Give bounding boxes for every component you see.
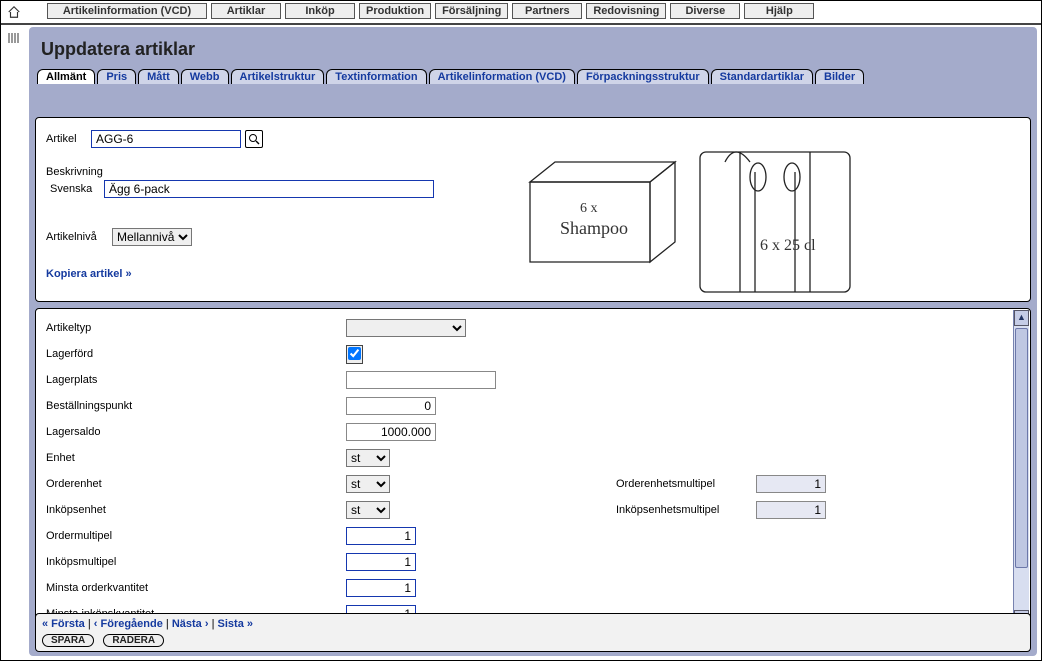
packaging-illustration: 6 x Shampoo 6 x 25 cl [500,122,900,302]
enhet-label: Enhet [46,452,346,464]
menu-diverse[interactable]: Diverse [670,3,740,19]
nav-last[interactable]: Sista » [218,618,253,630]
artikeltyp-label: Artikeltyp [46,322,346,334]
orderenhet-select[interactable]: st [346,475,390,493]
fields-panel: Artikeltyp Lagerförd Lagerplats Beställn… [35,308,1031,628]
bestallningspunkt-label: Beställningspunkt [46,400,346,412]
nav-prev[interactable]: ‹ Föregående [94,618,163,630]
tab-forpackningsstruktur[interactable]: Förpackningsstruktur [577,69,709,84]
svg-text:6 x 25 cl: 6 x 25 cl [760,237,816,254]
page-title: Uppdatera artiklar [29,27,1037,66]
ordermultipel-input[interactable] [346,527,416,545]
lagerford-checkbox[interactable] [348,347,361,360]
minsta-orderkvantitet-label: Minsta orderkvantitet [46,582,346,594]
tab-artikelstruktur[interactable]: Artikelstruktur [231,69,325,84]
home-icon[interactable] [7,5,21,19]
tab-textinformation[interactable]: Textinformation [326,69,426,84]
record-nav-footer: « Första | ‹ Föregående | Nästa › | Sist… [35,613,1031,652]
orderenhetsmultipel-label: Orderenhetsmultipel [616,478,756,490]
nav-first[interactable]: « Första [42,618,85,630]
svenska-label: Svenska [46,183,104,195]
tab-matt[interactable]: Mått [138,69,179,84]
tab-allmant[interactable]: Allmänt [37,69,95,84]
vertical-scrollbar[interactable]: ▲ ▼ [1013,310,1029,626]
tab-standardartiklar[interactable]: Standardartiklar [711,69,813,84]
scroll-up-icon[interactable]: ▲ [1014,310,1029,326]
lagerford-label: Lagerförd [46,348,346,360]
tab-pris[interactable]: Pris [97,69,136,84]
nav-next[interactable]: Nästa › [172,618,209,630]
artikelniva-select[interactable]: Mellannivå [112,228,192,246]
tab-webb[interactable]: Webb [181,69,229,84]
menu-artiklar[interactable]: Artiklar [211,3,281,19]
artikeltyp-select[interactable] [346,319,466,337]
artikel-input[interactable] [91,130,241,148]
enhet-select[interactable]: st [346,449,390,467]
lagerplats-label: Lagerplats [46,374,346,386]
work-area: Uppdatera artiklar Allmänt Pris Mått Web… [29,27,1037,656]
scroll-thumb[interactable] [1015,328,1028,568]
svenska-input[interactable] [104,180,434,198]
menu-hjalp[interactable]: Hjälp [744,3,814,19]
menu-redovisning[interactable]: Redovisning [586,3,666,19]
orderenhetsmultipel-input[interactable] [756,475,826,493]
svg-text:6 x: 6 x [580,201,598,216]
header-panel: Artikel Beskrivning Svenska Artikelnivå [35,117,1031,302]
artikel-label: Artikel [46,133,91,145]
inkopsmultipel-label: Inköpsmultipel [46,556,346,568]
tab-artikelinformation-vcd[interactable]: Artikelinformation (VCD) [429,69,575,84]
lagerplats-input[interactable] [346,371,496,389]
menu-forsaljning[interactable]: Försäljning [435,3,508,19]
menu-artikelinformation-vcd[interactable]: Artikelinformation (VCD) [47,3,207,19]
tab-row: Allmänt Pris Mått Webb Artikelstruktur T… [37,66,1037,84]
left-gutter [1,23,25,660]
svg-text:Shampoo: Shampoo [560,218,628,238]
inkopsenhet-select[interactable]: st [346,501,390,519]
save-button[interactable]: SPARA [42,634,94,647]
content-panel: Artikel Beskrivning Svenska Artikelnivå [35,117,1031,611]
top-menu-bar: Artikelinformation (VCD) Artiklar Inköp … [1,1,1041,23]
lagersaldo-label: Lagersaldo [46,426,346,438]
ordermultipel-label: Ordermultipel [46,530,346,542]
gutter-grid-icon[interactable] [7,31,21,45]
artikelniva-label: Artikelnivå [46,231,112,243]
menu-inkop[interactable]: Inköp [285,3,355,19]
artikel-search-icon[interactable] [245,130,263,148]
lagersaldo-input[interactable] [346,423,436,441]
inkopsenhetsmultipel-input[interactable] [756,501,826,519]
minsta-orderkvantitet-input[interactable] [346,579,416,597]
menu-produktion[interactable]: Produktion [359,3,431,19]
delete-button[interactable]: RADERA [103,634,164,647]
inkopsenhet-label: Inköpsenhet [46,504,346,516]
menu-partners[interactable]: Partners [512,3,582,19]
kopiera-artikel-link[interactable]: Kopiera artikel » [46,268,132,280]
orderenhet-label: Orderenhet [46,478,346,490]
inkopsmultipel-input[interactable] [346,553,416,571]
bestallningspunkt-input[interactable] [346,397,436,415]
tab-bilder[interactable]: Bilder [815,69,864,84]
inkopsenhetsmultipel-label: Inköpsenhetsmultipel [616,504,756,516]
